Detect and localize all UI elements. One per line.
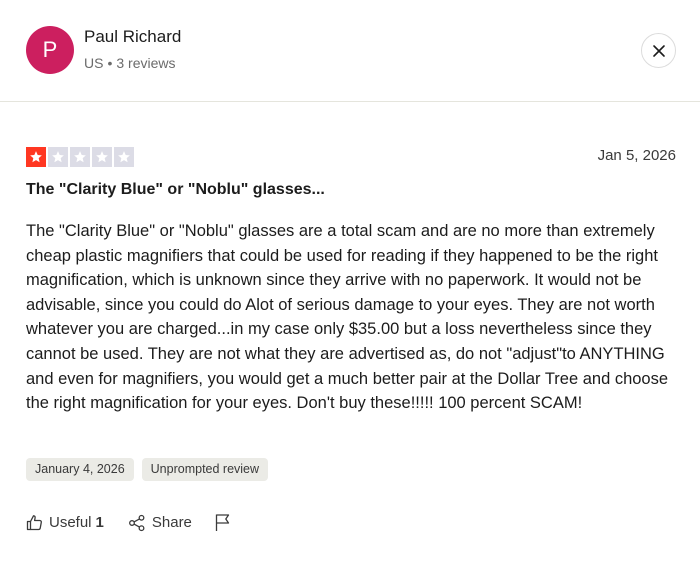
review-date: Jan 5, 2026 [597, 147, 676, 164]
star-empty [114, 147, 134, 167]
review-header: P Paul Richard US • 3 reviews [0, 0, 700, 102]
star-icon [96, 151, 108, 163]
review-body: The "Clarity Blue" or "Noblu" glasses ar… [26, 222, 669, 413]
review-actions: Useful 1 Share [26, 513, 232, 532]
reviewer-review-count: 3 reviews [116, 55, 176, 71]
thumbs-up-icon [26, 515, 42, 531]
useful-count: 1 [95, 514, 104, 531]
close-icon [652, 44, 665, 57]
star-icon [30, 151, 42, 163]
star-rating [26, 147, 134, 167]
unprompted-review-tag[interactable]: Unprompted review [141, 458, 269, 481]
star-empty [70, 147, 90, 167]
avatar[interactable]: P [26, 26, 74, 74]
share-icon [128, 514, 145, 531]
meta-separator: • [107, 55, 113, 71]
star-icon [74, 151, 86, 163]
share-button[interactable]: Share [128, 514, 192, 532]
star-filled [26, 147, 46, 167]
useful-button[interactable]: Useful 1 [26, 514, 104, 531]
share-label: Share [151, 514, 192, 531]
review-tags: January 4, 2026 Unprompted review [26, 458, 269, 481]
close-button[interactable] [641, 33, 676, 68]
star-empty [92, 147, 112, 167]
review-title: The "Clarity Blue" or "Noblu" glasses... [26, 181, 325, 198]
reviewer-name[interactable]: Paul Richard [84, 27, 181, 47]
experience-date-tag: January 4, 2026 [26, 458, 134, 481]
useful-label: Useful [49, 514, 92, 531]
star-icon [118, 151, 130, 163]
flag-icon [215, 514, 230, 531]
star-empty [48, 147, 68, 167]
reviewer-meta: US • 3 reviews [84, 55, 176, 71]
report-button[interactable] [214, 513, 232, 532]
reviewer-country: US [84, 55, 104, 71]
star-icon [52, 151, 64, 163]
